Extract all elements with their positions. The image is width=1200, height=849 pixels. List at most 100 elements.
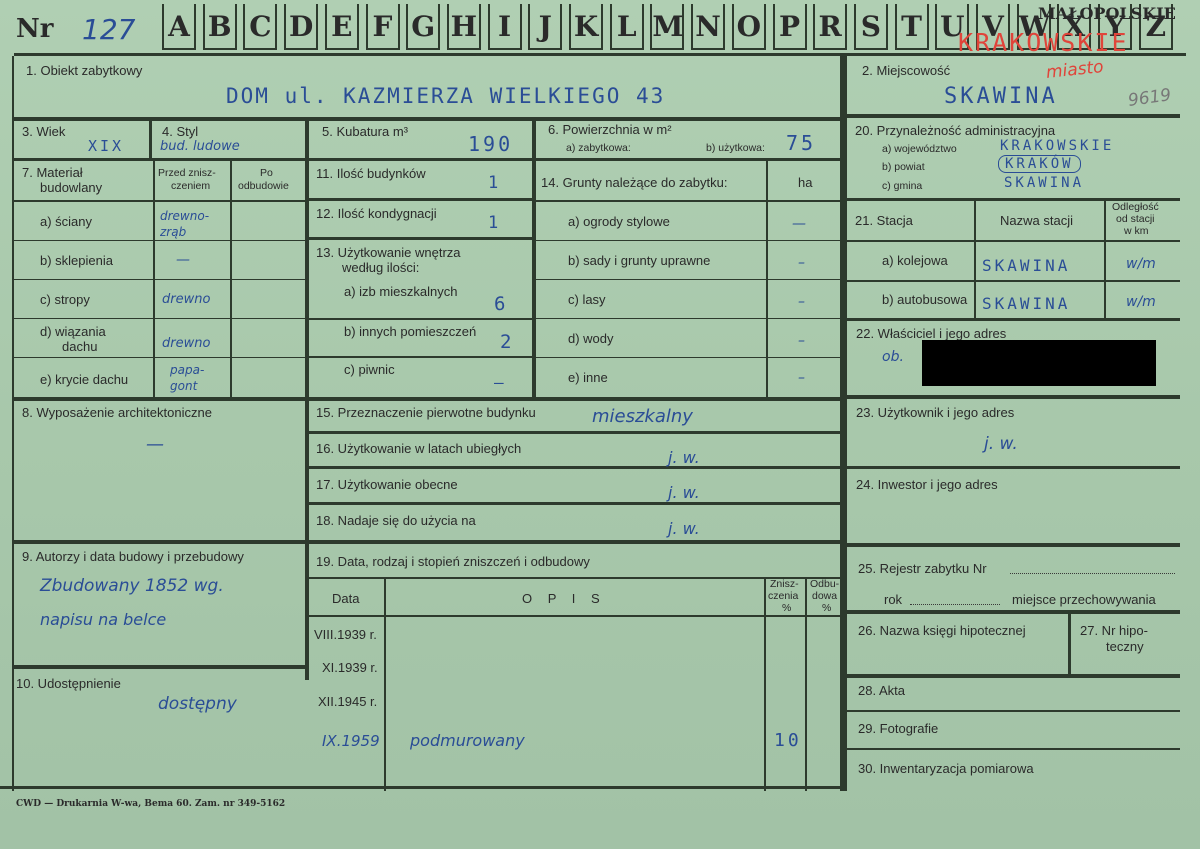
- field-19-col-date: Data: [332, 591, 360, 606]
- letter-index-d: D: [284, 4, 319, 50]
- field-7-label-1: 7. Materiał: [22, 165, 83, 180]
- field-19-label: 19. Data, rodzaj i stopień zniszczeń i o…: [316, 554, 590, 569]
- field-14c-value: –: [798, 294, 805, 310]
- field-19-row4-date: IX.1959: [322, 732, 380, 750]
- field-14e-label: e) inne: [568, 370, 608, 385]
- field-2-label: 2. Miejscowość: [862, 63, 951, 78]
- field-20b-value: KRAKÓW: [998, 155, 1081, 173]
- field-4-value: bud. ludowe: [160, 139, 240, 154]
- voivodeship-stamp: MAŁOPOLSKIE: [1038, 4, 1176, 23]
- field-14a-value: —: [792, 216, 806, 232]
- field-19-row1-date: VIII.1939 r.: [314, 627, 377, 642]
- field-7c-value: drewno: [162, 292, 211, 307]
- field-19-col-destr-3: %: [782, 602, 792, 614]
- field-13b-label: b) innych pomieszczeń: [344, 324, 477, 339]
- field-1-label: 1. Obiekt zabytkowy: [26, 63, 143, 78]
- field-7-col-before-2: czeniem: [171, 180, 211, 192]
- field-9-value-2: napisu na belce: [40, 610, 167, 629]
- letter-index-k: K: [569, 4, 603, 50]
- field-1-value: DOM ul. KAZMIERZA WIELKIEGO 43: [226, 84, 666, 108]
- field-25-rok: rok: [884, 592, 903, 607]
- field-21-col-dist-3: w km: [1124, 225, 1149, 237]
- field-19-col-rebuild-3: %: [822, 602, 832, 614]
- letter-index-f: F: [365, 4, 400, 50]
- field-14d-value: –: [798, 333, 805, 349]
- letter-index-p: P: [772, 4, 807, 50]
- letter-index-e: E: [324, 4, 359, 50]
- field-13c-label: c) piwnic: [344, 362, 395, 377]
- letter-index-l: L: [609, 4, 644, 50]
- field-7d-label-2: dachu: [62, 339, 98, 354]
- field-19-col-destr-2: czenia: [768, 590, 799, 602]
- field-20a-label: a) województwo: [882, 143, 957, 155]
- field-7a-value: drewno-zrąb: [160, 209, 210, 239]
- field-7e-value: papa-gont: [170, 363, 205, 393]
- letter-index-h: H: [446, 4, 481, 50]
- field-13b-value: 2: [500, 331, 515, 353]
- field-7-col-after-1: Po: [260, 167, 273, 179]
- field-13-label-2: według ilości:: [342, 260, 420, 275]
- field-18-label: 18. Nadaje się do użycia na: [316, 513, 476, 528]
- field-16-value: j. w.: [668, 448, 700, 467]
- printer-note: CWD — Drukarnia W-wa, Bema 60. Zam. nr 3…: [16, 799, 286, 809]
- field-7b-label: b) sklepienia: [40, 253, 113, 268]
- field-7c-label: c) stropy: [40, 292, 90, 307]
- field-5-label: 5. Kubatura m³: [322, 124, 408, 139]
- field-21-col-name: Nazwa stacji: [1000, 213, 1073, 228]
- field-6-label: 6. Powierzchnia w m²: [548, 122, 672, 137]
- field-14e-value: –: [798, 370, 805, 386]
- field-3-label: 3. Wiek: [22, 124, 66, 139]
- field-16-label: 16. Użytkowanie w latach ubiegłych: [316, 441, 522, 456]
- field-21b-label: b) autobusowa: [882, 292, 968, 307]
- field-20-label: 20. Przynależność administracyjna: [855, 123, 1056, 138]
- letter-index-r: R: [813, 4, 848, 50]
- field-23-label: 23. Użytkownik i jego adres: [856, 405, 1015, 420]
- field-25-place: miejsce przechowywania: [1012, 592, 1156, 607]
- field-7b-value: —: [176, 252, 190, 268]
- field-11-label: 11. Ilość budynków: [316, 166, 426, 181]
- field-7-col-after-2: odbudowie: [238, 180, 289, 192]
- city-red-note: miasto: [1045, 57, 1105, 83]
- field-13a-value: 6: [494, 293, 509, 315]
- field-7d-value: drewno: [162, 336, 211, 351]
- field-21-col-dist-1: Odległość: [1112, 201, 1159, 213]
- field-21b-dist: w/m: [1126, 294, 1156, 310]
- field-21a-dist: w/m: [1126, 256, 1156, 272]
- field-13-label-1: 13. Użytkowanie wnętrza: [316, 245, 461, 260]
- field-23-value: j. w.: [984, 434, 1018, 454]
- field-13a-label: a) izb mieszkalnych: [344, 284, 458, 299]
- field-24-label: 24. Inwestor i jego adres: [856, 477, 998, 492]
- field-13c-value: –: [494, 373, 507, 392]
- field-14-label: 14. Grunty należące do zabytku:: [541, 175, 728, 190]
- field-19-col-desc: O P I S: [522, 591, 606, 606]
- field-26-label: 26. Nazwa księgi hipotecznej: [858, 623, 1026, 638]
- monument-record-card: Nr 127 ABCDEFGHIJKLMNOPRSTUVWXYZ MAŁOPOL…: [0, 0, 1200, 849]
- field-27-label-2: teczny: [1106, 639, 1144, 654]
- field-21-col-dist-2: od stacji: [1116, 213, 1155, 225]
- field-12-value: 1: [488, 213, 502, 233]
- nr-label: Nr: [16, 14, 54, 44]
- field-14-unit: ha: [798, 175, 813, 190]
- field-9-value-1: Zbudowany 1852 wg.: [40, 576, 224, 596]
- field-22-value: ob.: [882, 349, 904, 365]
- letter-index-s: S: [853, 4, 888, 50]
- field-27-label-1: 27. Nr hipo-: [1080, 623, 1148, 638]
- field-7-col-before-1: Przed znisz-: [158, 167, 216, 179]
- letter-index-m: M: [650, 4, 685, 50]
- field-10-value: dostępny: [158, 694, 237, 714]
- field-29-label: 29. Fotografie: [858, 721, 939, 736]
- field-7a-label: a) ściany: [40, 214, 93, 229]
- letter-index-n: N: [691, 4, 726, 50]
- field-8-value: —: [146, 434, 164, 455]
- redaction-block: [922, 340, 1156, 386]
- field-20c-label: c) gmina: [882, 180, 923, 192]
- field-21a-value: SKAWINA: [982, 256, 1071, 275]
- field-6b-value: 75: [786, 131, 817, 155]
- field-20a-value: KRAKOWSKIE: [1000, 138, 1115, 154]
- field-11-value: 1: [488, 173, 502, 193]
- field-19-col-rebuild-2: dowa: [812, 590, 838, 602]
- letter-index-c: C: [243, 4, 278, 50]
- field-8-label: 8. Wyposażenie architektoniczne: [22, 405, 212, 420]
- field-3-value: XIX: [88, 137, 125, 155]
- field-6b-label: b) użytkowa:: [706, 142, 765, 154]
